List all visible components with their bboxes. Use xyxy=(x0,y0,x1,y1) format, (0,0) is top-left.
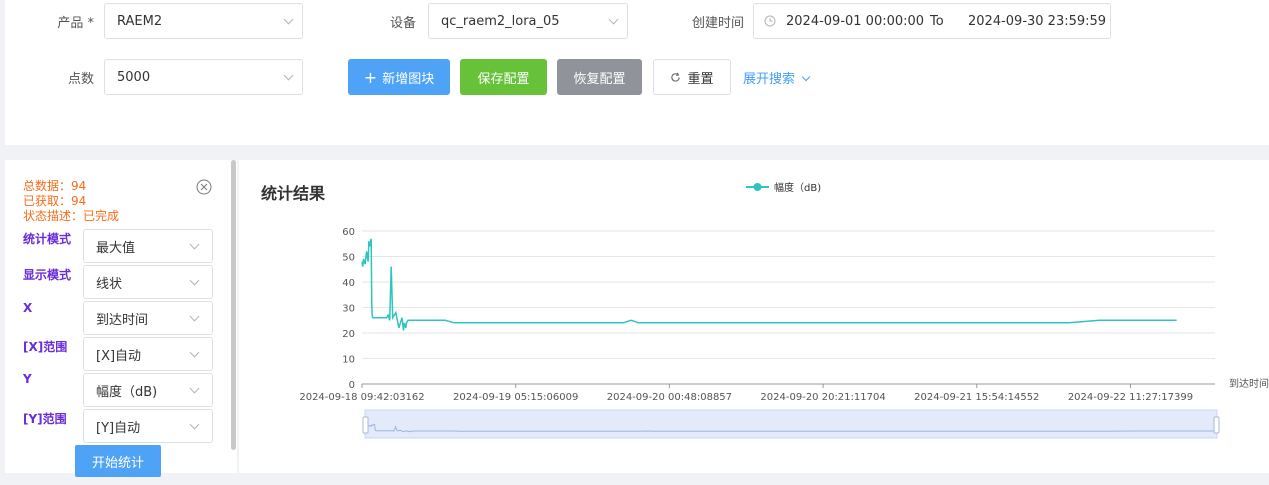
stat-total: 总数据：94 xyxy=(23,179,87,193)
date-range-picker[interactable]: 2024-09-01 00:00:00 To 2024-09-30 23:59:… xyxy=(753,3,1111,39)
close-icon[interactable] xyxy=(196,179,212,195)
y-tick-label: 30 xyxy=(342,304,355,315)
product-select[interactable]: RAEM2 xyxy=(104,3,303,39)
chevron-down-icon xyxy=(801,72,811,82)
points-label: 点数 xyxy=(67,72,94,87)
points-select[interactable]: 5000 xyxy=(104,59,303,95)
chevron-down-icon xyxy=(189,311,200,322)
display-mode-label: 显示模式 xyxy=(23,268,72,282)
x-tick-label: 2024-09-22 11:27:17399 xyxy=(1068,392,1193,403)
x-tick-label: 2024-09-20 00:48:08857 xyxy=(607,392,732,403)
device-label: 设备 xyxy=(389,16,416,31)
refresh-icon xyxy=(671,72,681,82)
product-value: RAEM2 xyxy=(117,13,163,29)
chevron-down-icon xyxy=(189,383,200,394)
clock-icon xyxy=(764,15,776,27)
chevron-down-icon xyxy=(283,70,294,81)
stat-fetched: 已获取：94 xyxy=(23,194,87,208)
stat-mode-select[interactable]: 最大值 xyxy=(83,229,213,263)
legend-label: 幅度（dB) xyxy=(774,181,821,194)
y-tick-label: 10 xyxy=(342,355,355,366)
zoom-track xyxy=(364,409,1218,439)
zoom-handle-left[interactable] xyxy=(362,416,369,434)
chevron-down-icon xyxy=(283,14,294,25)
save-config-button[interactable]: 保存配置 xyxy=(460,59,547,95)
y-select[interactable]: 幅度（dB) xyxy=(83,373,213,407)
restore-config-button[interactable]: 恢复配置 xyxy=(557,59,642,95)
y-tick-label: 20 xyxy=(342,329,355,340)
y-tick-label: 0 xyxy=(349,380,355,391)
x-tick-label: 2024-09-18 09:42:03162 xyxy=(299,392,424,403)
panel-scrollbar[interactable] xyxy=(231,160,236,450)
stat-mode-label: 统计模式 xyxy=(23,232,72,246)
x-tick-label: 2024-09-21 15:54:14552 xyxy=(914,392,1039,403)
y-range-select[interactable]: [Y]自动 xyxy=(83,409,213,443)
x-range-select[interactable]: [X]自动 xyxy=(83,337,213,371)
legend-marker xyxy=(753,183,762,191)
y-label: Y xyxy=(23,372,32,386)
start-stat-button[interactable]: 开始统计 xyxy=(75,445,161,477)
created-time-label: 创建时间 xyxy=(691,16,744,31)
chevron-down-icon xyxy=(189,239,200,250)
y-tick-label: 50 xyxy=(342,253,355,264)
product-label: 产品 * xyxy=(57,16,94,31)
device-select[interactable]: qc_raem2_lora_05 xyxy=(428,3,628,39)
x-tick-label: 2024-09-20 20:21:11704 xyxy=(760,392,885,403)
date-separator: To xyxy=(930,13,944,29)
add-block-button[interactable]: + 新增图块 xyxy=(348,59,450,95)
chevron-down-icon xyxy=(608,14,619,25)
y-range-label: [Y]范围 xyxy=(23,412,67,426)
chevron-down-icon xyxy=(189,275,200,286)
points-value: 5000 xyxy=(117,69,151,85)
expand-search-link[interactable]: 展开搜索 xyxy=(743,68,811,87)
y-tick-label: 40 xyxy=(342,278,355,289)
display-mode-select[interactable]: 线状 xyxy=(83,265,213,299)
zoom-handle-right[interactable] xyxy=(1213,416,1220,434)
x-tick-label: 2024-09-19 05:15:06009 xyxy=(453,392,578,403)
chevron-down-icon xyxy=(189,419,200,430)
date-end[interactable]: 2024-09-30 23:59:59 xyxy=(968,14,1106,29)
x-label: X xyxy=(23,301,33,315)
reset-button[interactable]: 重置 xyxy=(653,59,731,95)
y-tick-label: 60 xyxy=(342,227,355,238)
x-axis-name: 到达时间 xyxy=(1229,377,1269,390)
chevron-down-icon xyxy=(189,347,200,358)
series-line xyxy=(361,238,1177,331)
stat-status: 状态描述：已完成 xyxy=(23,209,120,223)
date-start[interactable]: 2024-09-01 00:00:00 xyxy=(786,14,930,29)
x-select[interactable]: 到达时间 xyxy=(83,301,213,335)
plus-icon: + xyxy=(363,67,378,87)
x-range-label: [X]范围 xyxy=(23,340,68,354)
line-chart: 幅度（dB) 0 10 20 30 40 50 60 2024-09-18 09:42:03… xyxy=(299,181,1269,439)
device-value: qc_raem2_lora_05 xyxy=(441,13,560,29)
